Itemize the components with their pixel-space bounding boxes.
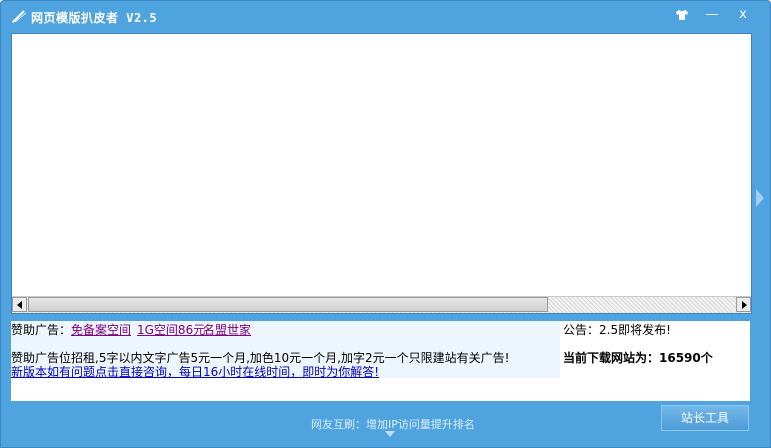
skin-button[interactable] (671, 6, 693, 24)
pen-icon (12, 10, 27, 23)
sponsor-label: 赞助广告： (11, 323, 72, 337)
webmaster-tools-button[interactable]: 站长工具 (661, 405, 749, 431)
footer-promo-link[interactable]: 网友互刷：增加IP访问量提升排名 (311, 416, 475, 432)
chevron-down-icon[interactable] (385, 431, 395, 437)
site-count-label: 当前下载网站为：16590个 (563, 351, 713, 365)
consult-link[interactable]: 新版本如有问题点击直接咨询，每日16小时在线时间，即时为你解答! (11, 363, 379, 380)
minimize-button[interactable]: — (701, 6, 723, 24)
scroll-left-button[interactable] (12, 297, 27, 312)
expand-right-icon[interactable] (753, 183, 767, 213)
scroll-thumb[interactable] (28, 297, 548, 312)
ad-link-1g-space[interactable]: 1G空间86元 (137, 321, 205, 338)
triangle-right-icon (742, 301, 747, 309)
window-title: 网页模版扒皮者 V2.5 (31, 11, 158, 25)
ad-link-free-hosting[interactable]: 免备案空间 (71, 321, 131, 338)
scroll-right-button[interactable] (736, 297, 751, 312)
title-bar[interactable]: 网页模版扒皮者 V2.5 — x (1, 1, 770, 31)
ad-panel: 赞助广告： 免备案空间 1G空间86元 名盟世家 赞助广告位招租,5字以内文字广… (11, 321, 750, 401)
triangle-left-icon (17, 301, 22, 309)
notice-text: 公告：2.5即将发布! (563, 323, 671, 337)
horizontal-scrollbar[interactable] (12, 296, 751, 313)
close-icon: x (739, 7, 747, 22)
close-button[interactable]: x (732, 6, 754, 24)
web-view[interactable] (11, 33, 752, 314)
app-window: 网页模版扒皮者 V2.5 — x 赞助广告： 免备案空间 1G空间86元 名盟世… (0, 0, 771, 448)
ad-link-mingmeng[interactable]: 名盟世家 (203, 321, 251, 338)
minimize-icon: — (705, 7, 719, 22)
shirt-icon (676, 10, 688, 20)
